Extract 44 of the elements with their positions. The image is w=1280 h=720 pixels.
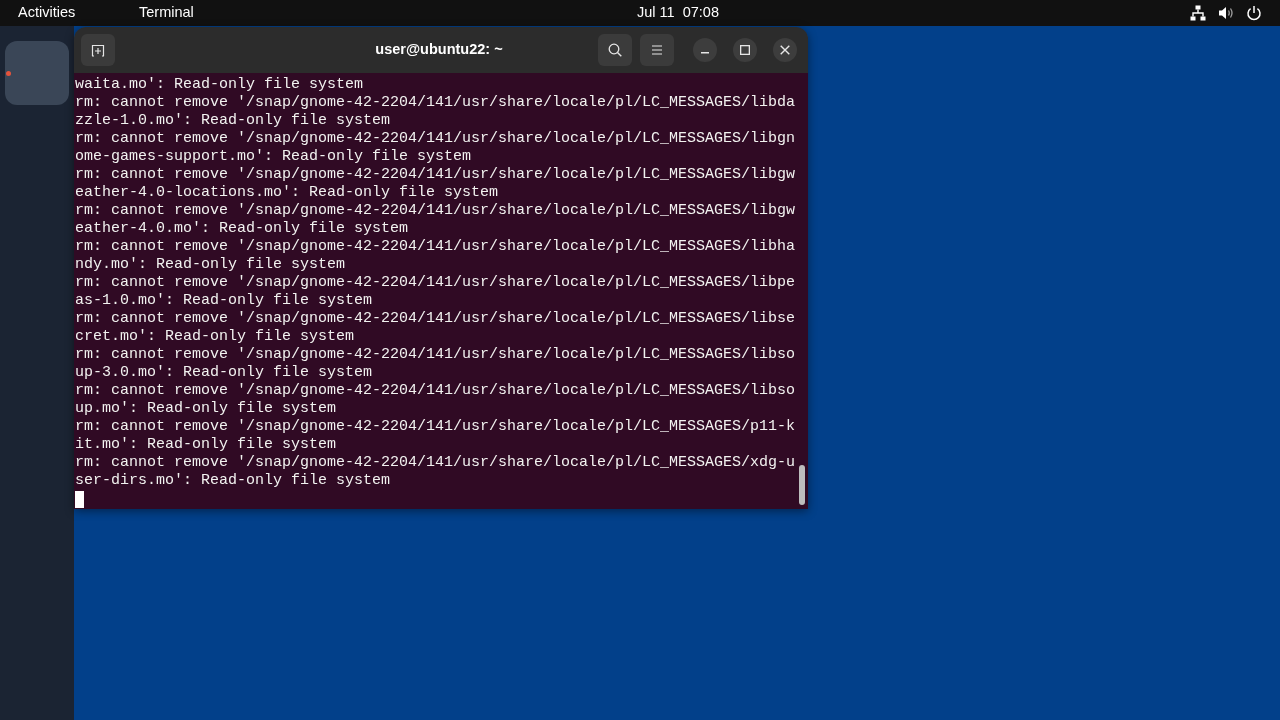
activities-button[interactable]: Activities [18, 2, 139, 24]
cursor-icon [75, 490, 84, 508]
output-line: rm: cannot remove '/snap/gnome-42-2204/141/usr/share/locale/pl/LC_MESSAGES/libha [75, 238, 797, 256]
output-line: up.mo': Read-only file system [75, 400, 338, 418]
power-icon[interactable] [1246, 5, 1262, 21]
volume-icon[interactable] [1218, 5, 1234, 21]
output-line: rm: cannot remove '/snap/gnome-42-2204/141/usr/share/locale/pl/LC_MESSAGES/libgw [75, 202, 797, 220]
output-line: eather-4.0-locations.mo': Read-only file system [75, 184, 500, 202]
output-line: ndy.mo': Read-only file system [75, 256, 347, 274]
output-line: rm: cannot remove '/snap/gnome-42-2204/141/usr/share/locale/pl/LC_MESSAGES/libgn [75, 130, 797, 148]
clock[interactable]: Jul 11 07:08 [637, 2, 719, 24]
app-menu[interactable]: Terminal [139, 2, 194, 24]
output-line: ser-dirs.mo': Read-only file system [75, 472, 392, 490]
scrollbar-thumb[interactable] [799, 465, 805, 505]
maximize-button[interactable] [733, 38, 757, 62]
output-line: rm: cannot remove '/snap/gnome-42-2204/141/usr/share/locale/pl/LC_MESSAGES/p11-k [75, 418, 797, 436]
output-line: ome-games-support.mo': Read-only file system [75, 148, 473, 166]
minimize-icon [701, 52, 709, 54]
output-line: up-3.0.mo': Read-only file system [75, 364, 374, 382]
close-icon [780, 45, 790, 55]
new-tab-button[interactable] [81, 34, 115, 66]
output-line: waita.mo': Read-only file system [75, 76, 365, 94]
search-button[interactable] [598, 34, 632, 66]
network-icon[interactable] [1190, 5, 1206, 21]
output-line: cret.mo': Read-only file system [75, 328, 356, 346]
new-tab-icon [91, 43, 105, 57]
output-line: rm: cannot remove '/snap/gnome-42-2204/141/usr/share/locale/pl/LC_MESSAGES/libso [75, 346, 797, 364]
output-line: zzle-1.0.mo': Read-only file system [75, 112, 392, 130]
search-icon [608, 43, 622, 57]
window-title: user@ubuntu22: ~ [375, 40, 503, 60]
close-button[interactable] [773, 38, 797, 62]
output-line: rm: cannot remove '/snap/gnome-42-2204/141/usr/share/locale/pl/LC_MESSAGES/libse [75, 310, 797, 328]
menu-icon [650, 43, 664, 57]
output-line: rm: cannot remove '/snap/gnome-42-2204/141/usr/share/locale/pl/LC_MESSAGES/libso [75, 382, 797, 400]
minimize-button[interactable] [693, 38, 717, 62]
output-line: as-1.0.mo': Read-only file system [75, 292, 374, 310]
output-line: rm: cannot remove '/snap/gnome-42-2204/141/usr/share/locale/pl/LC_MESSAGES/libda [75, 94, 797, 112]
output-line: rm: cannot remove '/snap/gnome-42-2204/141/usr/share/locale/pl/LC_MESSAGES/xdg-u [75, 454, 797, 472]
menu-button[interactable] [640, 34, 674, 66]
output-line: rm: cannot remove '/snap/gnome-42-2204/141/usr/share/locale/pl/LC_MESSAGES/libpe [75, 274, 797, 292]
output-line: it.mo': Read-only file system [75, 436, 338, 454]
maximize-icon [740, 45, 750, 55]
output-line: eather-4.0.mo': Read-only file system [75, 220, 410, 238]
output-line: rm: cannot remove '/snap/gnome-42-2204/141/usr/share/locale/pl/LC_MESSAGES/libgw [75, 166, 797, 184]
